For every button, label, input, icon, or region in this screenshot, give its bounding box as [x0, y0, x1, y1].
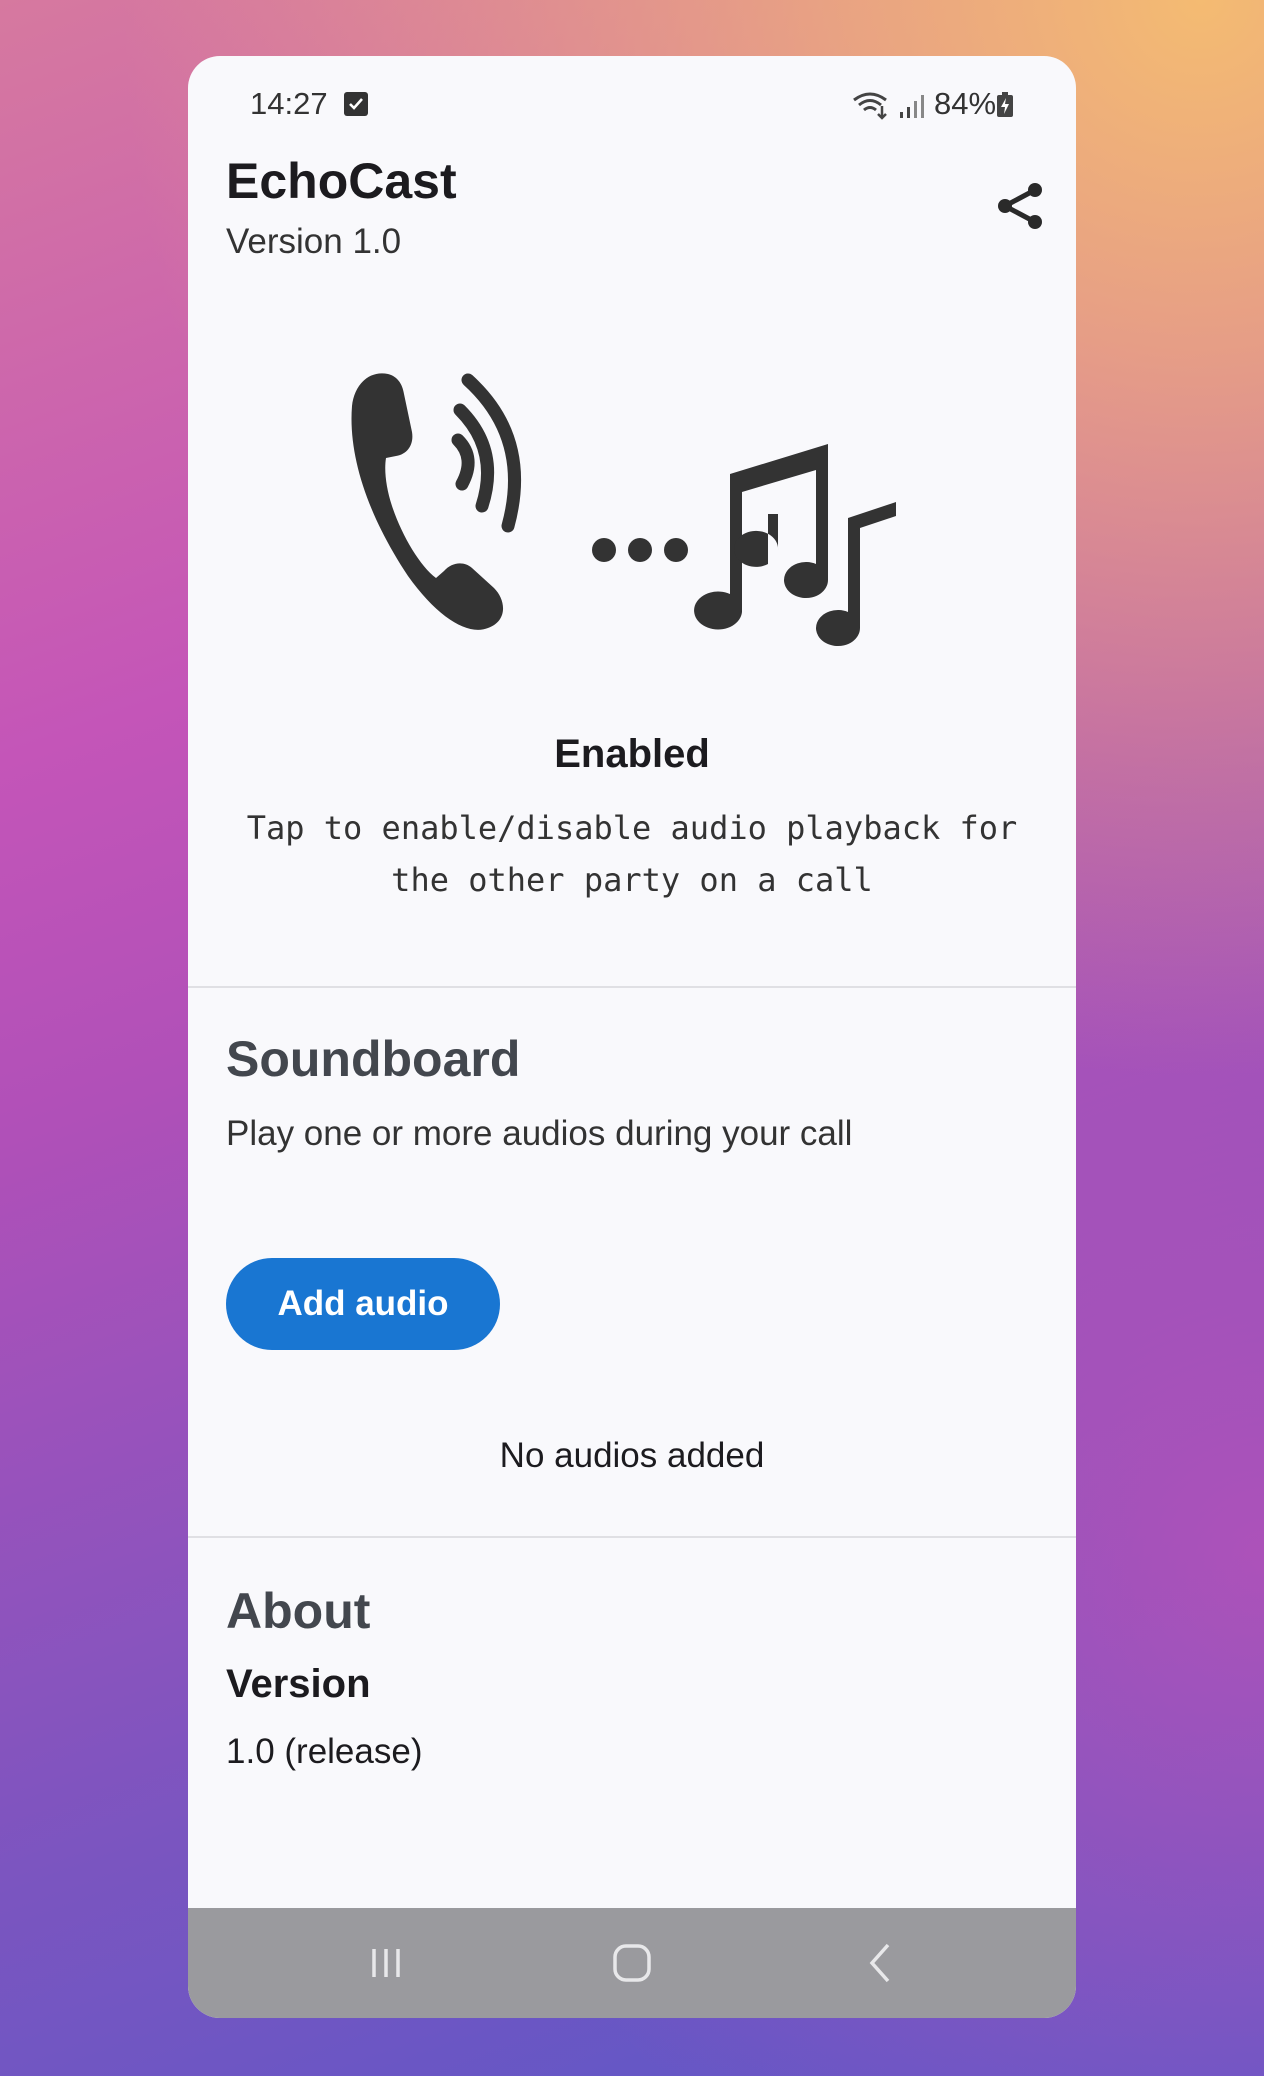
- home-icon: [613, 1944, 651, 1982]
- back-button[interactable]: [840, 1928, 920, 1998]
- soundboard-title: Soundboard: [226, 1031, 521, 1087]
- signal-icon: [898, 92, 928, 125]
- music-notes-icon: [694, 444, 896, 647]
- version-label: Version: [226, 1662, 371, 1706]
- app-version: Version 1.0: [226, 222, 402, 261]
- status-bar: 14:27 84%: [188, 56, 1076, 156]
- battery-charging-icon: [996, 92, 1014, 123]
- hero-illustration: [348, 366, 916, 666]
- soundboard-description: Play one or more audios during your call: [226, 1114, 853, 1153]
- share-icon: [998, 183, 1042, 229]
- status-time: 14:27: [250, 86, 328, 121]
- toggle-description: Tap to enable/disable audio playback for…: [246, 809, 1018, 899]
- version-value: 1.0 (release): [226, 1732, 423, 1771]
- dots-icon: [592, 538, 688, 562]
- battery-percentage: 84%: [934, 86, 997, 121]
- playback-toggle[interactable]: Enabled Tap to enable/disable audio play…: [188, 696, 1076, 966]
- sound-waves-icon: [451, 373, 521, 533]
- empty-audio-message: No audios added: [499, 1436, 765, 1475]
- navigation-bar: [188, 1908, 1076, 2018]
- divider: [188, 1536, 1076, 1538]
- toggle-status: Enabled: [554, 732, 710, 776]
- recent-apps-icon: [372, 1949, 400, 1977]
- back-icon: [869, 1943, 890, 1983]
- wifi-icon: [852, 92, 892, 125]
- phone-screen: 14:27 84% EchoCast Version 1.0 Enabled T…: [188, 56, 1076, 2018]
- share-button[interactable]: [988, 174, 1052, 238]
- about-title: About: [226, 1583, 371, 1639]
- home-button[interactable]: [592, 1928, 672, 1998]
- divider: [188, 986, 1076, 988]
- recent-apps-button[interactable]: [346, 1928, 426, 1998]
- checkbox-notification-icon: [344, 92, 368, 116]
- add-audio-button[interactable]: Add audio: [226, 1258, 500, 1350]
- app-title: EchoCast: [226, 153, 457, 209]
